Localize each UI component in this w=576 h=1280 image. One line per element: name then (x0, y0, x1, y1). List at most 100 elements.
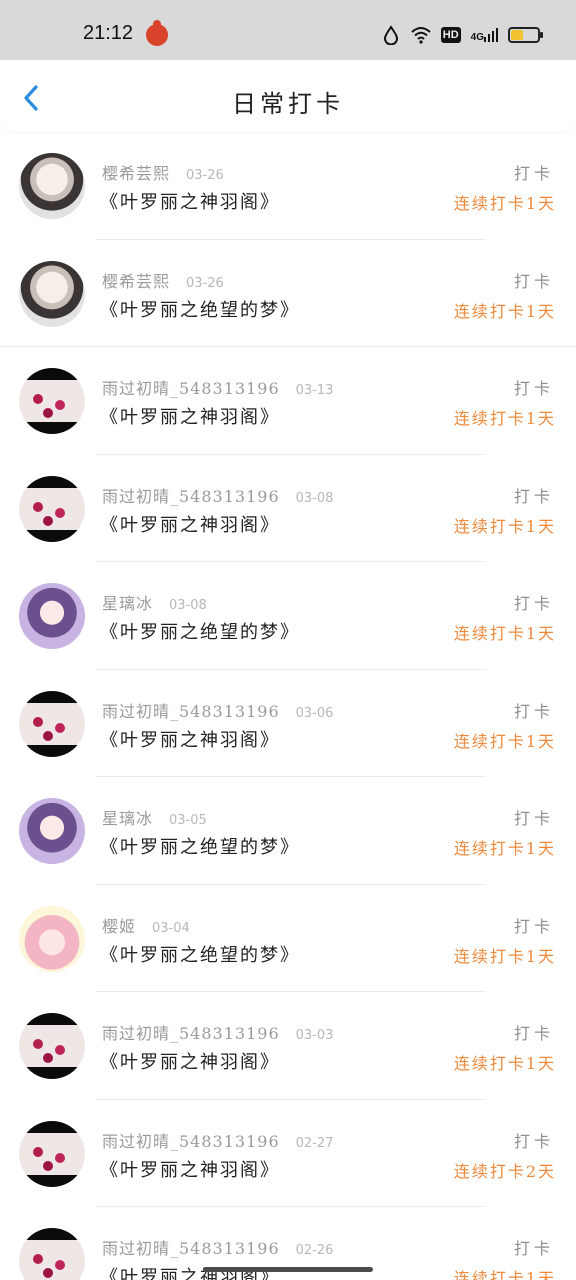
user-name[interactable]: 樱姬 (102, 913, 136, 937)
checkin-label: 打卡 (513, 379, 554, 398)
book-title[interactable]: 《叶罗丽之神羽阁》 (100, 511, 280, 537)
user-name[interactable]: 雨过初晴_548313196 (102, 1020, 280, 1044)
entry-date: 03-26 (186, 275, 224, 291)
status-bar: 21:12 HD 4G (0, 0, 576, 60)
hd-icon: HD (440, 27, 461, 43)
checkin-label: 打卡 (513, 164, 554, 183)
avatar[interactable] (19, 1228, 85, 1280)
wifi-icon (411, 27, 431, 44)
checkin-label: 打卡 (513, 1024, 554, 1043)
streak-label: 连续打卡1天 (453, 301, 556, 321)
streak-label: 连续打卡2天 (453, 1161, 556, 1181)
avatar[interactable] (19, 1013, 85, 1079)
checkin-label: 打卡 (513, 809, 554, 828)
home-indicator[interactable] (203, 1267, 373, 1272)
avatar[interactable] (19, 260, 85, 327)
user-name[interactable]: 星璃冰 (102, 590, 153, 614)
avatar[interactable] (19, 368, 85, 434)
page-title: 日常打卡 (232, 90, 344, 118)
user-name[interactable]: 雨过初晴_548313196 (102, 483, 280, 507)
entry-date: 02-26 (295, 1243, 334, 1258)
entry-meta: 雨过初晴_548313196 03-13 (102, 375, 333, 399)
entry-date: 02-27 (295, 1135, 334, 1151)
book-title[interactable]: 《叶罗丽之绝望的梦》 (100, 296, 300, 322)
user-name[interactable]: 星璃冰 (102, 805, 153, 829)
book-title[interactable]: 《叶罗丽之神羽阁》 (100, 1048, 280, 1074)
checkin-label: 打卡 (513, 1239, 554, 1258)
user-name[interactable]: 雨过初晴_548313196 (102, 1128, 280, 1152)
entry-meta: 雨过初晴_548313196 03-08 (102, 483, 333, 507)
user-name[interactable]: 雨过初晴_548313196 (102, 698, 280, 722)
book-title[interactable]: 《叶罗丽之绝望的梦》 (100, 833, 300, 859)
status-icons: HD 4G (381, 24, 543, 46)
network-label: 4G (470, 31, 484, 43)
list-item[interactable]: 星璃冰 03-08 《叶罗丽之绝望的梦》 打卡 连续打卡1天 (0, 562, 576, 670)
list-item[interactable]: 雨过初晴_548313196 03-08 《叶罗丽之神羽阁》 打卡 连续打卡1天 (0, 455, 576, 562)
entry-date: 03-05 (169, 813, 207, 828)
checkin-label: 打卡 (513, 1131, 554, 1151)
list-item[interactable]: 雨过初晴_548313196 03-13 《叶罗丽之神羽阁》 打卡 连续打卡1天 (0, 347, 576, 455)
status-time: 21:12 (83, 22, 134, 44)
header: 日常打卡 (0, 60, 576, 132)
list-item[interactable]: 樱希芸熙 03-26 《叶罗丽之绝望的梦》 打卡 连续打卡1天 (0, 240, 576, 347)
avatar[interactable] (19, 798, 85, 864)
entry-meta: 雨过初晴_548313196 03-03 (102, 1020, 333, 1044)
entry-meta: 星璃冰 03-05 (102, 805, 207, 829)
list-item[interactable]: 雨过初晴_548313196 03-06 《叶罗丽之神羽阁》 打卡 连续打卡1天 (0, 670, 576, 777)
user-name[interactable]: 樱希芸熙 (102, 160, 170, 184)
list-item[interactable]: 星璃冰 03-05 《叶罗丽之绝望的梦》 打卡 连续打卡1天 (0, 777, 576, 885)
entry-meta: 樱希芸熙 03-26 (102, 268, 224, 292)
checkin-label: 打卡 (513, 701, 554, 721)
book-title[interactable]: 《叶罗丽之神羽阁》 (100, 726, 280, 752)
entry-meta: 雨过初晴_548313196 02-27 (102, 1128, 333, 1152)
book-title[interactable]: 《叶罗丽之绝望的梦》 (100, 941, 300, 967)
streak-label: 连续打卡1天 (453, 194, 556, 213)
streak-label: 连续打卡1天 (453, 839, 556, 858)
list-item[interactable]: 雨过初晴_548313196 03-03 《叶罗丽之神羽阁》 打卡 连续打卡1天 (0, 992, 576, 1100)
streak-label: 连续打卡1天 (453, 731, 556, 751)
checkin-label: 打卡 (513, 916, 554, 936)
checkin-label: 打卡 (513, 486, 554, 506)
streak-label: 连续打卡1天 (453, 624, 556, 643)
entry-meta: 樱姬 03-04 (102, 913, 190, 937)
app-notification-icon (146, 20, 168, 46)
entry-date: 03-04 (152, 920, 190, 936)
checkin-label: 打卡 (513, 594, 554, 613)
entry-date: 03-08 (169, 598, 207, 613)
avatar[interactable] (19, 475, 85, 542)
streak-label: 连续打卡1天 (453, 516, 556, 536)
checkin-label: 打卡 (513, 271, 554, 291)
avatar[interactable] (19, 905, 85, 972)
book-title[interactable]: 《叶罗丽之神羽阁》 (100, 188, 280, 214)
entry-meta: 雨过初晴_548313196 03-06 (102, 698, 333, 722)
entry-date: 03-08 (295, 490, 334, 506)
entry-meta: 樱希芸熙 03-26 (102, 160, 224, 184)
entry-meta: 雨过初晴_548313196 02-26 (102, 1235, 333, 1259)
user-name[interactable]: 雨过初晴_548313196 (102, 1235, 280, 1259)
avatar[interactable] (19, 1120, 85, 1187)
streak-label: 连续打卡1天 (453, 946, 556, 966)
battery-icon (508, 27, 543, 43)
streak-label: 连续打卡1天 (453, 1269, 556, 1280)
list-item[interactable]: 雨过初晴_548313196 02-27 《叶罗丽之神羽阁》 打卡 连续打卡2天 (0, 1100, 576, 1207)
user-name[interactable]: 雨过初晴_548313196 (102, 375, 280, 399)
avatar[interactable] (19, 153, 85, 219)
book-title[interactable]: 《叶罗丽之神羽阁》 (100, 1156, 280, 1182)
streak-label: 连续打卡1天 (453, 409, 556, 428)
avatar[interactable] (19, 690, 85, 757)
entry-date: 03-13 (295, 383, 334, 398)
drop-icon (383, 25, 398, 45)
entry-date: 03-03 (295, 1028, 334, 1043)
entry-date: 03-06 (295, 705, 334, 721)
book-title[interactable]: 《叶罗丽之神羽阁》 (100, 403, 280, 429)
checkin-list: 樱希芸熙 03-26 《叶罗丽之神羽阁》 打卡 连续打卡1天 樱希芸熙 03-2… (0, 132, 576, 1280)
user-name[interactable]: 樱希芸熙 (102, 268, 170, 292)
entry-meta: 星璃冰 03-08 (102, 590, 207, 614)
book-title[interactable]: 《叶罗丽之绝望的梦》 (100, 618, 300, 644)
list-item[interactable]: 樱希芸熙 03-26 《叶罗丽之神羽阁》 打卡 连续打卡1天 (0, 132, 576, 240)
entry-date: 03-26 (186, 168, 224, 183)
signal-icon: 4G (470, 27, 498, 43)
avatar[interactable] (19, 583, 85, 649)
list-item[interactable]: 樱姬 03-04 《叶罗丽之绝望的梦》 打卡 连续打卡1天 (0, 885, 576, 992)
streak-label: 连续打卡1天 (453, 1054, 556, 1073)
